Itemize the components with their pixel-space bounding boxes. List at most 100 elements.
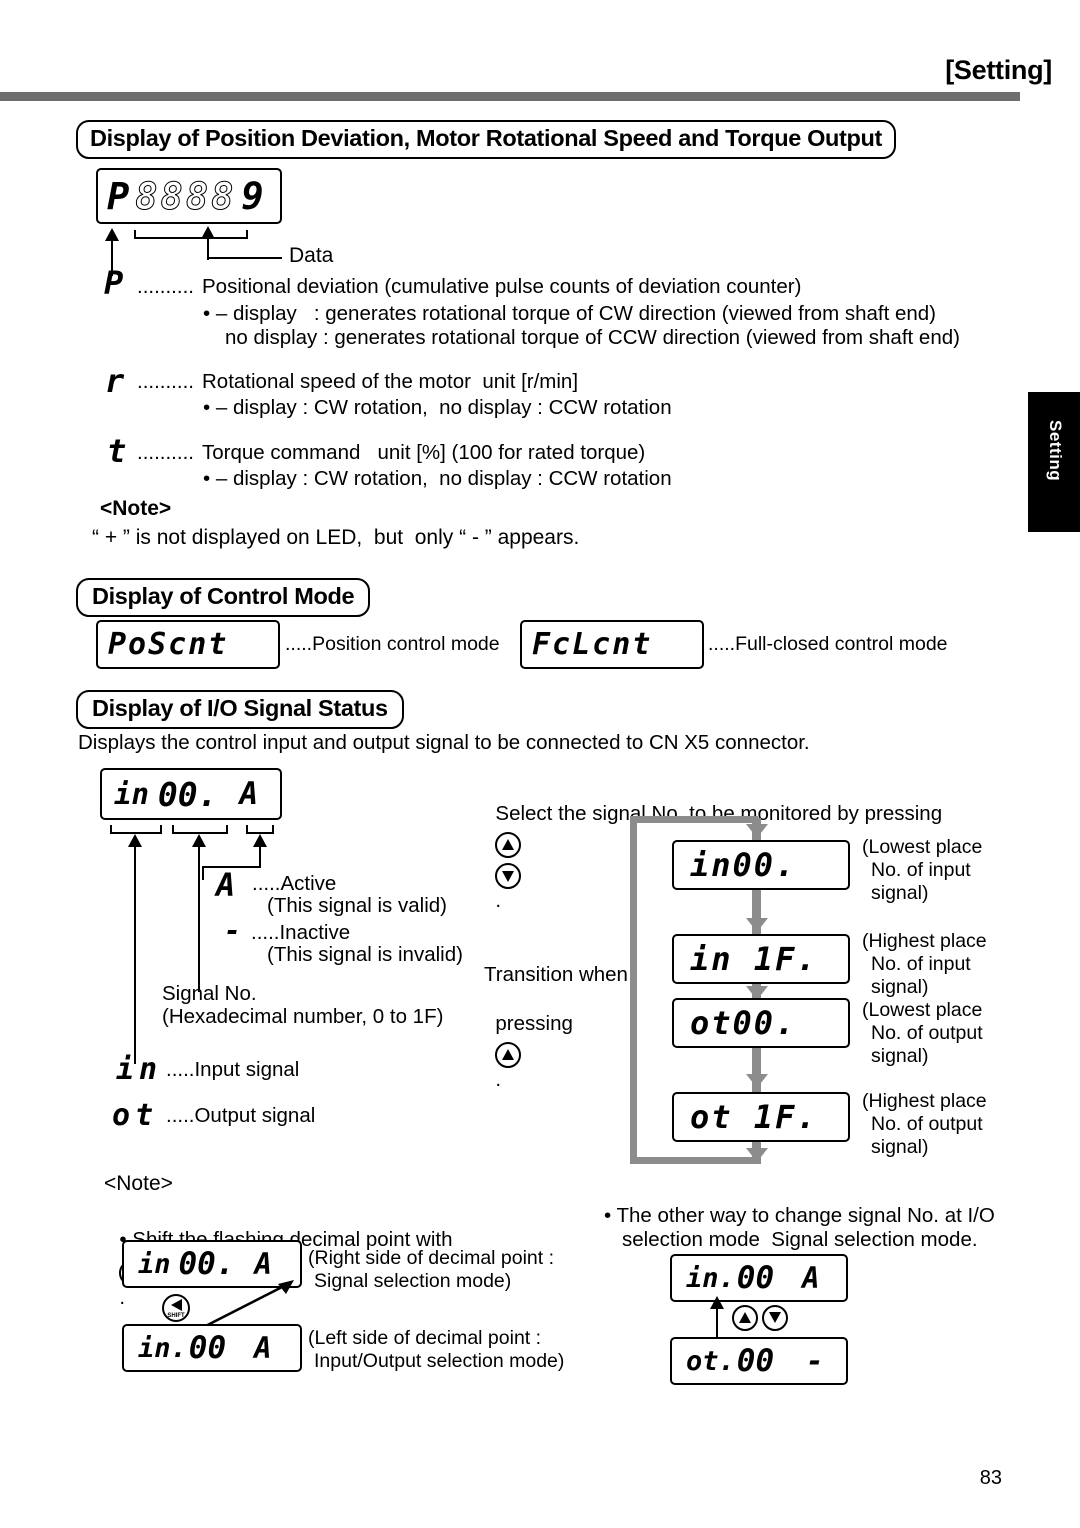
transition-arrowhead-2 — [746, 918, 768, 932]
triangle-up-glyph-3 — [739, 1312, 751, 1323]
led-symbol-ot: ot — [112, 1098, 159, 1133]
data-leader-line — [207, 257, 282, 259]
transition-label-1-line2: No. of input — [871, 953, 971, 975]
section-heading-3-label: Display of I/O Signal Status — [76, 690, 404, 729]
transition-caption-line2: pressing . — [484, 988, 573, 1092]
section-heading-1-label: Display of Position Deviation, Motor Rot… — [76, 120, 897, 159]
side-tab-setting: Setting — [1028, 392, 1080, 532]
up-arrow-key-icon[interactable] — [495, 831, 522, 858]
transition-caption-pressing: pressing — [495, 1012, 573, 1036]
pointer-data-arrowhead — [201, 226, 215, 239]
left-decimal-text-line2: Input/Output selection mode) — [314, 1350, 565, 1372]
transition-led-in00-text: in00. — [690, 846, 797, 884]
note2-title: <Note> — [104, 1172, 173, 1195]
led-display-io-signal: in 00. A — [100, 768, 282, 820]
up-arrow-key-icon-3[interactable] — [732, 1304, 758, 1331]
input-signal-text: .....Input signal — [166, 1058, 300, 1081]
full-closed-control-mode-text: .....Full-closed control mode — [708, 633, 948, 655]
led-text-poscnt: PoScnt — [108, 627, 229, 662]
note2-bullet2-line1: • The other way to change signal No. at … — [604, 1204, 995, 1227]
select-signal-period: . — [495, 889, 502, 913]
led-alt-bottom-state: - — [806, 1344, 824, 1378]
transition-led-in1f: in 1F. — [672, 934, 850, 984]
left-decimal-text-line1: (Left side of decimal point : — [308, 1327, 542, 1349]
led-symbol-active: A — [216, 866, 236, 904]
section-heading-2-label: Display of Control Mode — [76, 578, 371, 617]
legend-t-dots: .......... — [137, 441, 194, 464]
transition-led-ot1f-text: ot 1F. — [690, 1098, 818, 1136]
right-decimal-text-line1: (Right side of decimal point : — [308, 1247, 555, 1269]
right-decimal-text-line2: Signal selection mode) — [314, 1270, 512, 1292]
section-heading-io-signal-status: Display of I/O Signal Status — [76, 690, 404, 729]
pointer-io-state-drop — [202, 866, 204, 880]
led-alt-bottom-number: 00 — [736, 1343, 775, 1379]
transition-caption-period: . — [495, 1067, 502, 1091]
data-label: Data — [289, 244, 334, 267]
led-left-prefix: in. — [138, 1332, 187, 1364]
transition-arrowhead-4 — [746, 1074, 768, 1088]
legend-r-text: Rotational speed of the motor unit [r/mi… — [202, 370, 579, 393]
transition-label-0-line1: (Lowest place — [862, 836, 983, 858]
page-header-title: [Setting] — [945, 55, 1052, 85]
led-text-fclcnt: FcLcnt — [532, 627, 653, 662]
pointer-prefix-arrowhead — [105, 228, 119, 241]
triangle-down-glyph-2 — [769, 1312, 782, 1323]
bracket-io-state — [246, 825, 274, 834]
led-display-alt-bottom: ot. 00 - — [670, 1337, 848, 1385]
active-text: .....Active — [252, 872, 337, 895]
led-last-digit: 9 — [241, 174, 264, 218]
transition-led-in00: in00. — [672, 840, 850, 890]
bracket-data-digits — [134, 230, 248, 239]
transition-label-2-line3: signal) — [871, 1045, 929, 1067]
transition-label-3-line1: (Highest place — [862, 1090, 987, 1112]
led-symbol-r: r — [105, 362, 125, 400]
down-arrow-key-icon[interactable] — [495, 863, 522, 890]
led-alt-top-state: A — [802, 1261, 820, 1295]
up-arrow-key-icon-2[interactable] — [495, 1041, 522, 1068]
header-rule — [0, 92, 1020, 101]
led-right-state: A — [254, 1247, 272, 1281]
legend-t-sub1: • – display : CW rotation, no display : … — [203, 467, 672, 490]
legend-t-text: Torque command unit [%] (100 for rated t… — [202, 441, 646, 464]
led-symbol-in: in — [116, 1052, 163, 1087]
transition-led-ot00: ot00. — [672, 998, 850, 1048]
transition-label-1-line3: signal) — [871, 976, 929, 998]
led-alt-top-prefix: in. — [686, 1262, 735, 1294]
transition-arrowhead-5 — [746, 1148, 768, 1162]
led-symbol-inactive: - — [224, 914, 241, 947]
legend-p-dots: .......... — [137, 275, 194, 298]
position-control-mode-text: .....Position control mode — [285, 633, 500, 655]
note1-body: “ + ” is not displayed on LED, but only … — [92, 526, 580, 549]
led-display-position-deviation: P 8888 9 — [96, 168, 282, 224]
transition-led-in1f-text: in 1F. — [690, 940, 818, 978]
led-alt-bottom-prefix: ot. — [686, 1345, 735, 1377]
transition-led-ot1f: ot 1F. — [672, 1092, 850, 1142]
transition-label-2-line2: No. of output — [871, 1022, 983, 1044]
led-left-number: 00 — [188, 1330, 227, 1366]
transition-arrowhead-1 — [746, 824, 768, 838]
section-heading-control-mode: Display of Control Mode — [76, 578, 371, 617]
led-right-number: 00. — [178, 1246, 235, 1282]
led-display-left-decimal: in. 00 A — [122, 1324, 302, 1372]
transition-label-2-line1: (Lowest place — [862, 999, 983, 1021]
side-tab-label: Setting — [1046, 420, 1065, 482]
triangle-up-glyph-2 — [502, 1049, 515, 1061]
triangle-up-glyph — [502, 839, 515, 851]
note2-bullet1-period: . — [119, 1285, 126, 1309]
legend-r-dots: .......... — [137, 370, 194, 393]
led-display-alt-top: in. 00 A — [670, 1254, 848, 1302]
led-io-state: A — [239, 776, 259, 812]
pointer-io-state-line — [259, 846, 261, 868]
bracket-io-number — [172, 825, 228, 834]
led-right-prefix: in — [138, 1248, 171, 1280]
led-left-state: A — [254, 1331, 272, 1365]
transition-label-0-line2: No. of input — [871, 859, 971, 881]
led-prefix-p: P — [107, 174, 130, 218]
down-arrow-key-icon-2[interactable] — [762, 1304, 789, 1331]
legend-r-sub1: • – display : CW rotation, no display : … — [203, 396, 672, 419]
led-io-number: 00. — [157, 774, 218, 814]
pointer-io-prefix-arrowhead — [128, 834, 142, 847]
transition-label-3-line2: No. of output — [871, 1113, 983, 1135]
transition-caption-line1: Transition when — [484, 963, 628, 986]
led-io-prefix: in — [114, 777, 149, 811]
